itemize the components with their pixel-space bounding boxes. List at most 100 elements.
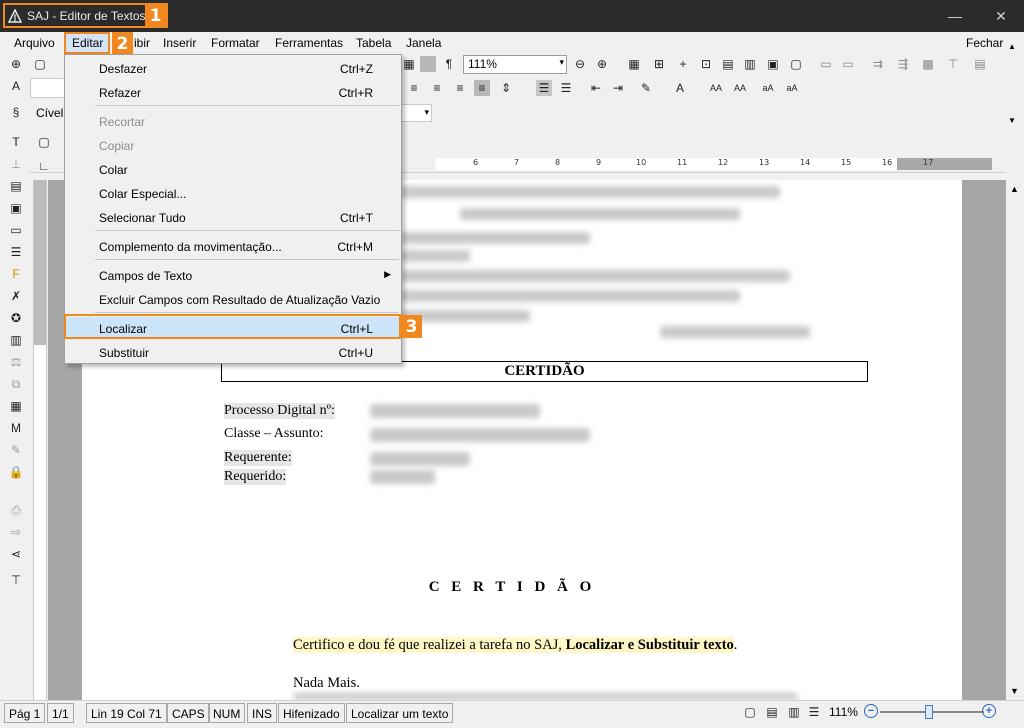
bullets-icon[interactable]: ☰ <box>536 80 552 96</box>
border-icon[interactable]: ⊡ <box>698 56 714 72</box>
menu-item-excluir-campos[interactable]: Excluir Campos com Resultado de Atualiza… <box>65 288 401 310</box>
menu-item-recortar[interactable]: Recortar <box>65 110 401 132</box>
new-doc-icon[interactable]: ⊕ <box>8 56 24 72</box>
menu-item-desfazer[interactable]: Desfazer Ctrl+Z <box>65 57 401 79</box>
cell-grid-icon[interactable]: ⊞ <box>651 56 667 72</box>
tool-sign-icon[interactable]: ✎ <box>8 442 24 458</box>
zoom-out-button[interactable]: − <box>864 704 878 718</box>
tool-print-icon[interactable]: ⎙ <box>8 502 24 518</box>
view-draft-icon[interactable]: ▥ <box>786 704 802 720</box>
vertical-ruler[interactable] <box>33 180 47 700</box>
tool-list-icon[interactable]: ☰ <box>8 244 24 260</box>
tool-calendar-icon[interactable]: ▦ <box>8 398 24 414</box>
zoom-out-icon[interactable]: ⊖ <box>572 56 588 72</box>
menu-item-selecionar-tudo[interactable]: Selecionar Tudo Ctrl+T <box>65 206 401 228</box>
tool-columns-icon[interactable]: ▥ <box>8 332 24 348</box>
gray-icon[interactable] <box>420 56 436 72</box>
font-shrink-icon[interactable]: AA <box>732 80 748 96</box>
tool-template-icon[interactable]: ▤ <box>8 178 24 194</box>
page-icon[interactable]: ▢ <box>36 134 52 150</box>
tool-award-icon[interactable]: ✪ <box>8 310 24 326</box>
vertical-scrollbar[interactable]: ▲ ▼ <box>1006 180 1024 700</box>
menu-exibir[interactable]: ibir <box>134 36 150 50</box>
tool-m-icon[interactable]: M <box>8 420 24 436</box>
frame2-icon[interactable]: ▭ <box>840 56 856 72</box>
case-icon[interactable]: aA <box>760 80 776 96</box>
table-props-icon[interactable]: ▢ <box>788 56 804 72</box>
highlight-icon[interactable]: ✎ <box>638 80 654 96</box>
indent-dec-icon[interactable]: ⇤ <box>588 80 604 96</box>
group-icon[interactable]: ▩ <box>920 56 936 72</box>
scroll-down-icon[interactable]: ▼ <box>1010 686 1019 696</box>
menu-item-colar-especial[interactable]: Colar Especial... <box>65 182 401 204</box>
split-icon[interactable]: ▥ <box>742 56 758 72</box>
toolbar-scroll[interactable]: ▲ ▼ <box>1006 36 1018 146</box>
menu-item-copiar[interactable]: Copiar <box>65 134 401 156</box>
indent-inc-icon[interactable]: ⇥ <box>610 80 626 96</box>
menu-janela[interactable]: Janela <box>406 36 441 50</box>
menu-formatar[interactable]: Formatar <box>211 36 260 50</box>
tool-lock-icon[interactable]: 🔒 <box>8 464 24 480</box>
numbering-icon[interactable]: ☰ <box>558 80 574 96</box>
zoom-in-button[interactable]: + <box>982 704 996 718</box>
distribute-icon[interactable]: ⇶ <box>895 56 911 72</box>
insert-cell-icon[interactable]: + <box>675 56 691 72</box>
style-select[interactable]: ▾ <box>400 104 432 122</box>
minimize-button[interactable]: — <box>932 0 978 32</box>
para-bold: Localizar e Substituir texto <box>565 637 734 653</box>
tool-stamp-icon[interactable]: ⊥ <box>8 156 24 172</box>
menu-item-colar[interactable]: Colar <box>65 158 401 180</box>
tool-docs-icon[interactable]: ▣ <box>8 200 24 216</box>
merge-icon[interactable]: ▤ <box>720 56 736 72</box>
line-spacing-icon[interactable]: ⇕ <box>498 80 514 96</box>
zoom-in-icon[interactable]: ⊕ <box>594 56 610 72</box>
font-grow-icon[interactable]: AA <box>708 80 724 96</box>
font-icon[interactable]: A <box>8 78 24 94</box>
menu-item-campos-de-texto[interactable]: Campos de Texto ▶ <box>65 264 401 286</box>
align-obj-icon[interactable]: ⇉ <box>870 56 886 72</box>
justify-icon[interactable]: ≡ <box>474 80 490 96</box>
tool-export-icon[interactable]: ⇨ <box>8 524 24 540</box>
menu-tabela[interactable]: Tabela <box>356 36 391 50</box>
fechar-button[interactable]: Fechar <box>966 36 1003 50</box>
tool-comment-icon[interactable]: ▭ <box>8 222 24 238</box>
menu-inserir[interactable]: Inserir <box>163 36 196 50</box>
tool-field-icon[interactable]: F <box>8 266 24 282</box>
blurred-requerente <box>370 452 470 466</box>
zoom-select[interactable]: 111% ▾ <box>463 55 567 74</box>
font-color-icon[interactable]: A <box>672 80 688 96</box>
tab-stop-icon[interactable]: ∟ <box>36 158 52 174</box>
ungroup-icon[interactable]: ⊤ <box>945 56 961 72</box>
scroll-up-icon[interactable]: ▲ <box>1010 184 1019 194</box>
pilcrow-icon[interactable]: ¶ <box>441 56 457 72</box>
ruler-number: 10 <box>636 158 647 167</box>
menu-item-complemento[interactable]: Complemento da movimentação... Ctrl+M <box>65 235 401 257</box>
table-icon[interactable]: ▦ <box>401 56 417 72</box>
case2-icon[interactable]: aA <box>784 80 800 96</box>
zoom-slider-thumb[interactable] <box>925 705 933 719</box>
menu-arquivo[interactable]: Arquivo <box>14 36 55 50</box>
more-icon[interactable]: ▤ <box>972 56 988 72</box>
menu-editar[interactable]: Editar <box>72 36 103 50</box>
align-left-icon[interactable]: ≡ <box>406 80 422 96</box>
frame-icon[interactable]: ▭ <box>818 56 834 72</box>
align-center-icon[interactable]: ≡ <box>429 80 445 96</box>
tool-scale-icon[interactable]: ⚖ <box>8 354 24 370</box>
table-grid-icon[interactable]: ▦ <box>626 56 642 72</box>
view-outline-icon[interactable]: ☰ <box>806 704 822 720</box>
blank-page-icon[interactable]: ▢ <box>32 56 48 72</box>
tool-share-icon[interactable]: ⋖ <box>8 546 24 562</box>
align-right-icon[interactable]: ≡ <box>452 80 468 96</box>
font-select[interactable] <box>30 78 66 98</box>
style-icon[interactable]: § <box>8 104 24 120</box>
menu-ferramentas[interactable]: Ferramentas <box>275 36 343 50</box>
menu-item-substituir[interactable]: Substituir Ctrl+U <box>65 341 401 363</box>
tool-remove-field-icon[interactable]: ✗ <box>8 288 24 304</box>
close-button[interactable]: ✕ <box>978 0 1024 32</box>
view-page-icon[interactable]: ▢ <box>742 704 758 720</box>
menu-item-refazer[interactable]: Refazer Ctrl+R <box>65 81 401 103</box>
tool-copy-icon[interactable]: ⧉ <box>8 376 24 392</box>
view-web-icon[interactable]: ▤ <box>764 704 780 720</box>
tool-text-icon[interactable]: T <box>8 134 24 150</box>
cell-props-icon[interactable]: ▣ <box>765 56 781 72</box>
